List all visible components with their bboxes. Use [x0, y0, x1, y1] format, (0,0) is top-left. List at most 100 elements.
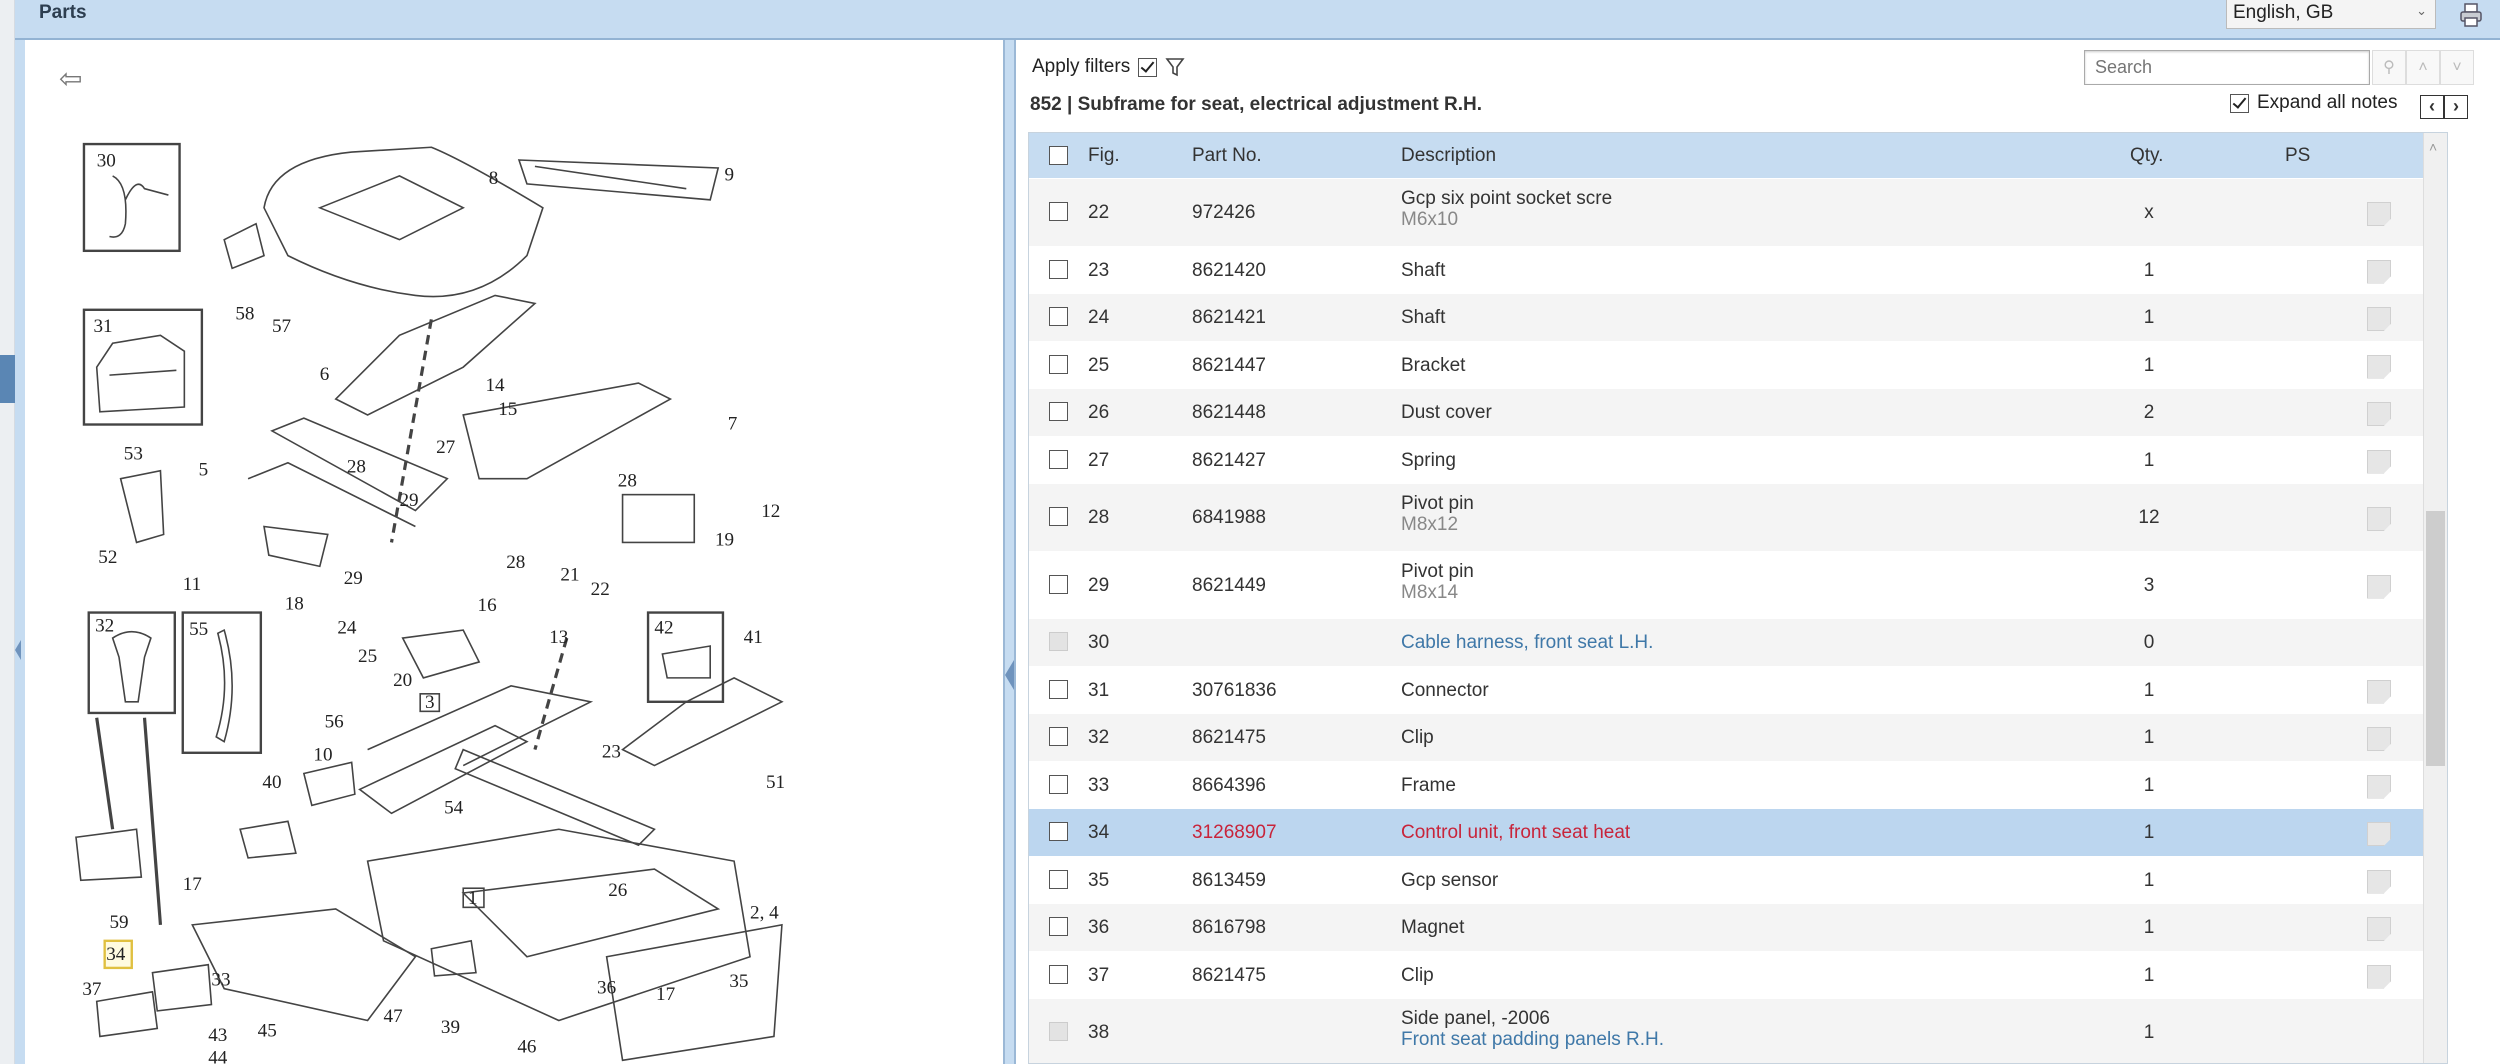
note-icon[interactable] [2367, 917, 2391, 947]
callout-1[interactable]: 1 [468, 888, 478, 909]
callout-9[interactable]: 9 [725, 165, 735, 186]
callout-24[interactable]: 24 [337, 617, 357, 638]
note-icon[interactable] [2367, 354, 2391, 385]
table-row[interactable]: 26 8621448 Dust cover 2 [1029, 388, 2447, 436]
callout-12[interactable]: 12 [761, 501, 780, 522]
previous-result-button[interactable]: ˄ [2406, 50, 2440, 85]
callout-33[interactable]: 33 [211, 969, 230, 990]
note-icon[interactable] [2367, 727, 2391, 757]
row-checkbox[interactable] [1049, 964, 1068, 984]
table-row[interactable]: 36 8616798 Magnet 1 [1029, 903, 2447, 951]
callout-36[interactable]: 36 [597, 977, 616, 998]
callout-47[interactable]: 47 [384, 1006, 403, 1027]
row-checkbox[interactable] [1049, 449, 1068, 469]
table-row[interactable]: 33 8664396 Frame 1 [1029, 760, 2447, 808]
row-checkbox[interactable] [1049, 259, 1068, 279]
note-icon[interactable] [2367, 402, 2391, 432]
callout-55[interactable]: 55 [189, 619, 208, 640]
row-checkbox[interactable] [1049, 917, 1068, 936]
note-icon[interactable] [2367, 202, 2391, 232]
row-checkbox[interactable] [1049, 202, 1068, 221]
column-ps[interactable]: PS [2285, 145, 2310, 167]
table-row[interactable]: 28 6841988 Pivot pin M8x12 12 [1029, 483, 2447, 551]
table-row[interactable]: 27 8621427 Spring 1 [1029, 435, 2447, 483]
callout-59[interactable]: 59 [109, 912, 128, 933]
callout-37[interactable]: 37 [82, 979, 101, 1000]
table-row[interactable]: 32 8621475 Clip 1 [1029, 713, 2447, 761]
column-qty[interactable]: Qty. [2130, 145, 2163, 167]
print-icon[interactable] [2458, 2, 2484, 28]
row-checkbox[interactable] [1049, 774, 1068, 794]
callout-29[interactable]: 29 [344, 568, 363, 589]
scroll-up-icon[interactable]: ˄ [2429, 139, 2437, 155]
callout-28[interactable]: 28 [347, 456, 366, 477]
callout-41[interactable]: 41 [744, 627, 763, 648]
row-checkbox[interactable] [1049, 507, 1068, 526]
callout-51[interactable]: 51 [766, 772, 785, 793]
vertical-scrollbar[interactable]: ˄ [2423, 133, 2447, 1063]
callout-27[interactable]: 27 [436, 437, 455, 458]
description-link[interactable]: Front seat padding panels R.H. [1401, 1029, 1664, 1050]
table-row[interactable]: 22 972426 Gcp six point socket scre M6x10 x [1029, 178, 2447, 246]
table-row[interactable]: 31 30761836 Connector 1 [1029, 665, 2447, 713]
note-icon[interactable] [2367, 774, 2391, 805]
note-icon[interactable] [2367, 449, 2391, 480]
table-row[interactable]: 37 8621475 Clip 1 [1029, 950, 2447, 998]
panel-splitter[interactable] [1005, 40, 1014, 1064]
callout-3[interactable]: 3 [425, 692, 435, 713]
table-row[interactable]: 25 8621447 Bracket 1 [1029, 340, 2447, 388]
search-button[interactable]: ⚲ [2372, 50, 2406, 85]
row-checkbox[interactable] [1049, 679, 1068, 699]
table-row[interactable]: 34 31268907 Control unit, front seat heat 1 [1029, 808, 2447, 856]
table-row[interactable]: 23 8621420 Shaft 1 [1029, 245, 2447, 293]
search-input[interactable] [2084, 50, 2370, 85]
callout-14[interactable]: 14 [486, 375, 506, 396]
callout-39[interactable]: 39 [441, 1017, 460, 1038]
note-icon[interactable] [2367, 307, 2391, 337]
collapse-left-arrow-icon[interactable] [15, 640, 21, 660]
callout-22[interactable]: 22 [591, 579, 610, 600]
callout-10[interactable]: 10 [313, 745, 332, 766]
callout-54[interactable]: 54 [444, 797, 464, 818]
callout-7[interactable]: 7 [728, 413, 738, 434]
callout-28[interactable]: 28 [506, 552, 525, 573]
callout-17[interactable]: 17 [183, 874, 202, 895]
callout-20[interactable]: 20 [393, 670, 412, 691]
callout-35[interactable]: 35 [729, 971, 748, 992]
callout-5[interactable]: 5 [199, 460, 209, 481]
callout-46[interactable]: 46 [517, 1036, 536, 1057]
note-icon[interactable] [2367, 869, 2391, 900]
note-icon[interactable] [2367, 679, 2391, 710]
sidebar-selected-item[interactable] [0, 355, 15, 403]
description-link[interactable]: Cable harness, front seat L.H. [1401, 632, 1653, 653]
callout-43[interactable]: 43 [208, 1025, 227, 1046]
scrollbar-thumb[interactable] [2426, 511, 2445, 766]
callout-45[interactable]: 45 [258, 1020, 277, 1041]
callout-58[interactable]: 58 [235, 303, 254, 324]
callout-31[interactable]: 31 [94, 316, 113, 337]
note-icon[interactable] [2367, 964, 2391, 995]
callout-17[interactable]: 17 [656, 984, 675, 1005]
row-checkbox[interactable] [1049, 574, 1068, 594]
table-row[interactable]: 24 8621421 Shaft 1 [1029, 293, 2447, 341]
language-select[interactable]: English, GB ⌄ [2226, 0, 2436, 29]
callout-2-4[interactable]: 2, 4 [750, 903, 779, 924]
callout-56[interactable]: 56 [325, 711, 344, 732]
select-all-checkbox[interactable] [1049, 146, 1068, 165]
previous-section-button[interactable]: ‹ [2420, 95, 2444, 119]
table-row[interactable]: 30 Cable harness, front seat L.H. 0 [1029, 618, 2447, 666]
callout-23[interactable]: 23 [602, 742, 621, 763]
callout-28[interactable]: 28 [618, 471, 637, 492]
callout-25[interactable]: 25 [358, 646, 377, 667]
callout-30[interactable]: 30 [97, 150, 116, 171]
callout-8[interactable]: 8 [489, 168, 499, 189]
next-result-button[interactable]: ˅ [2440, 50, 2474, 85]
callout-16[interactable]: 16 [478, 595, 497, 616]
row-checkbox[interactable] [1049, 307, 1068, 326]
column-part-no[interactable]: Part No. [1192, 145, 1262, 167]
callout-13[interactable]: 13 [549, 627, 568, 648]
callout-32[interactable]: 32 [95, 616, 114, 637]
table-row[interactable]: 29 8621449 Pivot pin M8x14 3 [1029, 550, 2447, 618]
callout-40[interactable]: 40 [262, 772, 281, 793]
callout-6[interactable]: 6 [320, 364, 330, 385]
